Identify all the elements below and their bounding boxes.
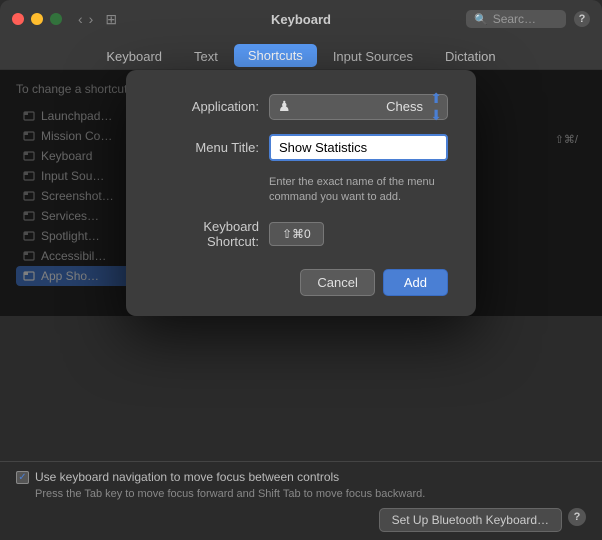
search-placeholder: Searc…	[493, 12, 536, 26]
keyboard-shortcut-row: Keyboard Shortcut: ⇧⌘0	[154, 219, 448, 249]
tabbar: Keyboard Text Shortcuts Input Sources Di…	[0, 38, 602, 70]
help-button[interactable]: ?	[574, 11, 590, 27]
grid-icon[interactable]: ⊞	[105, 11, 117, 28]
modal-overlay: Application: ♟ Chess ⬆⬇ Menu Title: Ente…	[0, 70, 602, 316]
search-icon: 🔍	[474, 13, 488, 26]
tab-dictation[interactable]: Dictation	[429, 44, 512, 69]
footer-help-button[interactable]: ?	[568, 508, 586, 526]
add-shortcut-modal: Application: ♟ Chess ⬆⬇ Menu Title: Ente…	[126, 70, 476, 317]
tab-shortcuts[interactable]: Shortcuts	[234, 44, 317, 67]
menu-title-input[interactable]	[269, 134, 448, 161]
application-select[interactable]: ♟ Chess	[269, 94, 448, 120]
traffic-lights	[12, 13, 62, 25]
tab-text[interactable]: Text	[178, 44, 234, 69]
footer: Use keyboard navigation to move focus be…	[0, 461, 602, 540]
footer-checkbox-row: Use keyboard navigation to move focus be…	[16, 470, 586, 484]
menu-title-input-wrapper	[269, 134, 448, 161]
shortcut-display[interactable]: ⇧⌘0	[269, 222, 324, 246]
footer-sub-text: Press the Tab key to move focus forward …	[16, 488, 586, 500]
application-label: Application:	[154, 99, 269, 114]
titlebar: ‹ › ⊞ Keyboard 🔍 Searc… ?	[0, 0, 602, 38]
modal-buttons: Cancel Add	[154, 269, 448, 296]
keyboard-shortcut-label: Keyboard Shortcut:	[154, 219, 269, 249]
hint-text: Enter the exact name of the menu command…	[269, 175, 448, 206]
nav-checkbox[interactable]	[16, 471, 29, 484]
forward-arrow-icon[interactable]: ›	[89, 11, 94, 27]
footer-checkbox-label: Use keyboard navigation to move focus be…	[35, 470, 339, 484]
tab-input-sources[interactable]: Input Sources	[317, 44, 429, 69]
chess-icon: ♟	[278, 99, 294, 115]
nav-arrows: ‹ ›	[78, 11, 93, 27]
back-arrow-icon[interactable]: ‹	[78, 11, 83, 27]
close-button[interactable]	[12, 13, 24, 25]
tab-keyboard[interactable]: Keyboard	[90, 44, 178, 69]
search-bar[interactable]: 🔍 Searc…	[466, 10, 566, 28]
application-select-wrapper: ♟ Chess ⬆⬇	[269, 94, 448, 120]
maximize-button[interactable]	[50, 13, 62, 25]
footer-btn-row: Set Up Bluetooth Keyboard… ?	[16, 508, 586, 532]
menu-title-label: Menu Title:	[154, 140, 269, 155]
application-value: Chess	[386, 99, 423, 114]
menu-title-row: Menu Title:	[154, 134, 448, 161]
cancel-button[interactable]: Cancel	[300, 269, 374, 296]
chevron-down-icon: ⬆⬇	[430, 90, 442, 124]
bluetooth-button[interactable]: Set Up Bluetooth Keyboard…	[379, 508, 562, 532]
add-button[interactable]: Add	[383, 269, 448, 296]
main-content: To change a shortcut, select it, click t…	[0, 70, 602, 316]
application-row: Application: ♟ Chess ⬆⬇	[154, 94, 448, 120]
minimize-button[interactable]	[31, 13, 43, 25]
window-title: Keyboard	[271, 12, 331, 27]
